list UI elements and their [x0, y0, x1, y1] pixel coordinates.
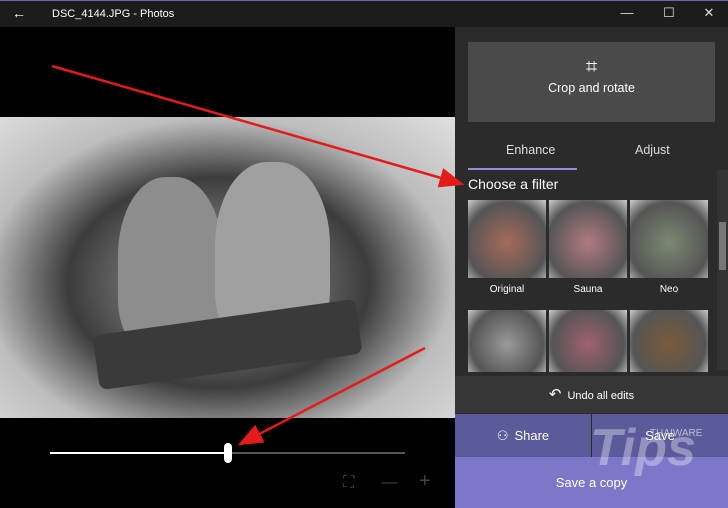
arrow-to-filters: [51, 64, 465, 188]
arrow-to-slider: [237, 346, 426, 446]
annotation-arrows: [51, 64, 465, 446]
